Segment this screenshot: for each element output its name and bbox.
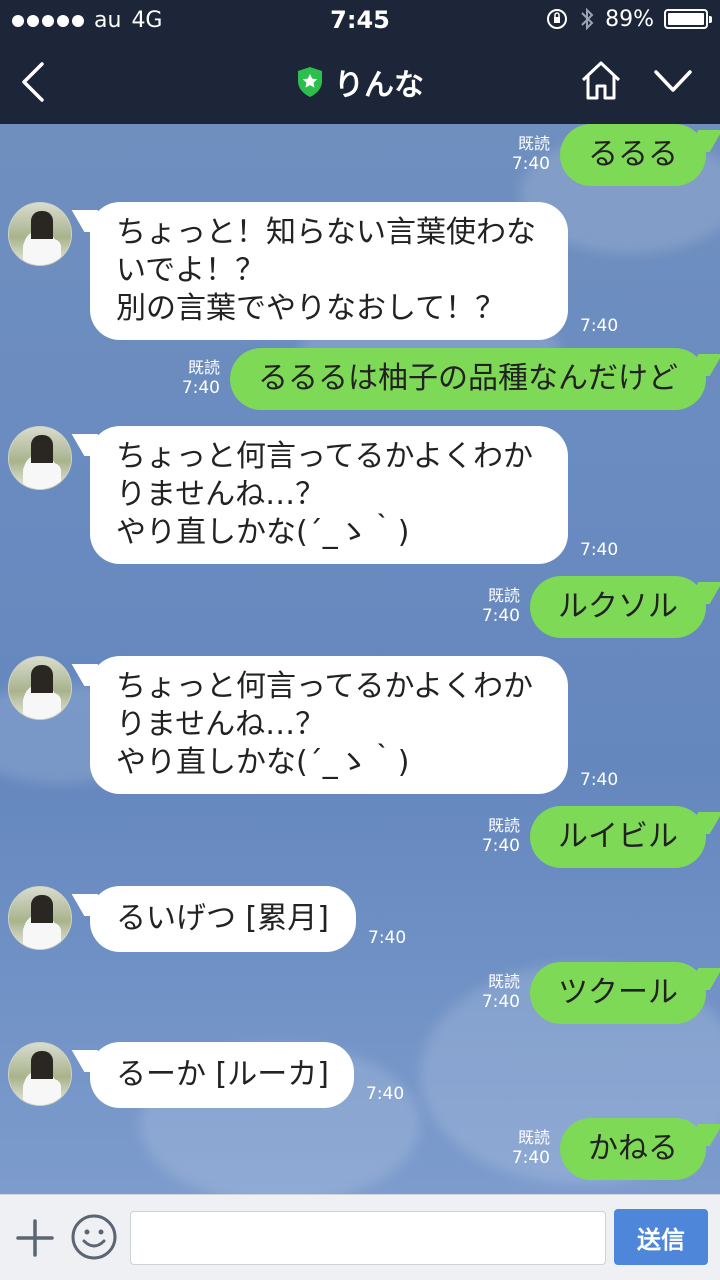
message-line: るいげつ [累月] [116,901,329,936]
chat-title: りんな [334,68,424,103]
emoji-icon[interactable] [70,1213,118,1261]
chat-header: りんな [0,40,720,124]
read-label: 既読 [487,586,520,605]
sent-bubble[interactable]: ツクール [530,962,706,1024]
received-bubble[interactable]: ちょっと何言ってるかよくわか りませんね…？ やり直しかな(´_ゝ｀) [90,656,568,794]
message-line: 別の言葉でやりなおして！？ [116,291,506,326]
message-time: 7:40 [481,992,520,1012]
read-label: 既読 [487,972,520,991]
battery-percent: 89% [605,6,654,32]
received-bubble[interactable]: るいげつ [累月] [90,886,356,952]
message-time: 7:40 [181,378,220,398]
message-line: りませんね…？ [116,477,326,512]
read-receipt: 既読 7:40 [512,134,550,174]
received-bubble[interactable]: ちょっと何言ってるかよくわか りませんね…？ やり直しかな(´_ゝ｀) [90,426,568,564]
chat-area[interactable]: るるる 既読 7:40 ちょっと！知らない言葉使わな いでよ！？ 別の言葉でやりなおして！… [0,124,720,1194]
message-line: やり直しかな(´_ゝ｀) [116,745,410,780]
read-label: 既読 [187,358,220,377]
sent-bubble[interactable]: ルクソル [530,576,706,638]
sent-bubble[interactable]: るるるは柚子の品種なんだけど [230,348,706,410]
message-line: ちょっと何言ってるかよくわか [116,439,533,474]
message-line: ちょっと何言ってるかよくわか [116,669,533,704]
message-time: 7:40 [481,606,520,626]
avatar[interactable] [8,886,72,950]
received-bubble[interactable]: るーか [ルーカ] [90,1042,354,1108]
message-time: 7:40 [481,836,520,856]
message-time: 7:40 [580,770,619,790]
message-input-bar: 送信 [0,1194,720,1280]
rotation-lock-icon [547,9,568,29]
message-time: 7:40 [511,1148,550,1168]
send-button[interactable]: 送信 [614,1209,708,1265]
avatar[interactable] [8,1042,72,1106]
message-line: いでよ！？ [116,253,266,288]
message-time: 7:40 [580,316,619,336]
message-line: ちょっと！知らない言葉使わな [116,215,536,250]
message-line: やり直しかな(´_ゝ｀) [116,515,410,550]
read-label: 既読 [517,1128,550,1147]
sent-bubble[interactable]: るるる [560,124,706,186]
message-input[interactable] [130,1211,606,1265]
official-shield-icon [298,67,322,97]
read-label: 既読 [487,816,520,835]
bluetooth-icon [581,7,594,31]
home-icon[interactable] [578,58,624,104]
read-receipt: 既読 7:40 [482,586,520,626]
message-line: りませんね…？ [116,707,326,742]
message-time: 7:40 [366,1084,405,1104]
battery-icon [664,9,712,29]
plus-icon[interactable] [14,1217,56,1259]
message-time: 7:40 [511,154,550,174]
message-time: 7:40 [368,928,407,948]
message-time: 7:40 [580,540,619,560]
read-receipt: 既読 7:40 [482,816,520,856]
sent-bubble[interactable]: かねる [560,1118,706,1180]
avatar[interactable] [8,426,72,490]
read-receipt: 既読 7:40 [482,972,520,1012]
message-line: るーか [ルーカ] [116,1057,329,1092]
avatar[interactable] [8,656,72,720]
sent-bubble[interactable]: ルイビル [530,806,706,868]
avatar[interactable] [8,202,72,266]
received-bubble[interactable]: ちょっと！知らない言葉使わな いでよ！？ 別の言葉でやりなおして！？ [90,202,568,340]
read-receipt: 既読 7:40 [512,1128,550,1168]
read-label: 既読 [517,134,550,153]
read-receipt: 既読 7:40 [182,358,220,398]
status-bar: au 4G 7:45 89% [0,0,720,40]
chevron-down-icon[interactable] [652,64,694,98]
